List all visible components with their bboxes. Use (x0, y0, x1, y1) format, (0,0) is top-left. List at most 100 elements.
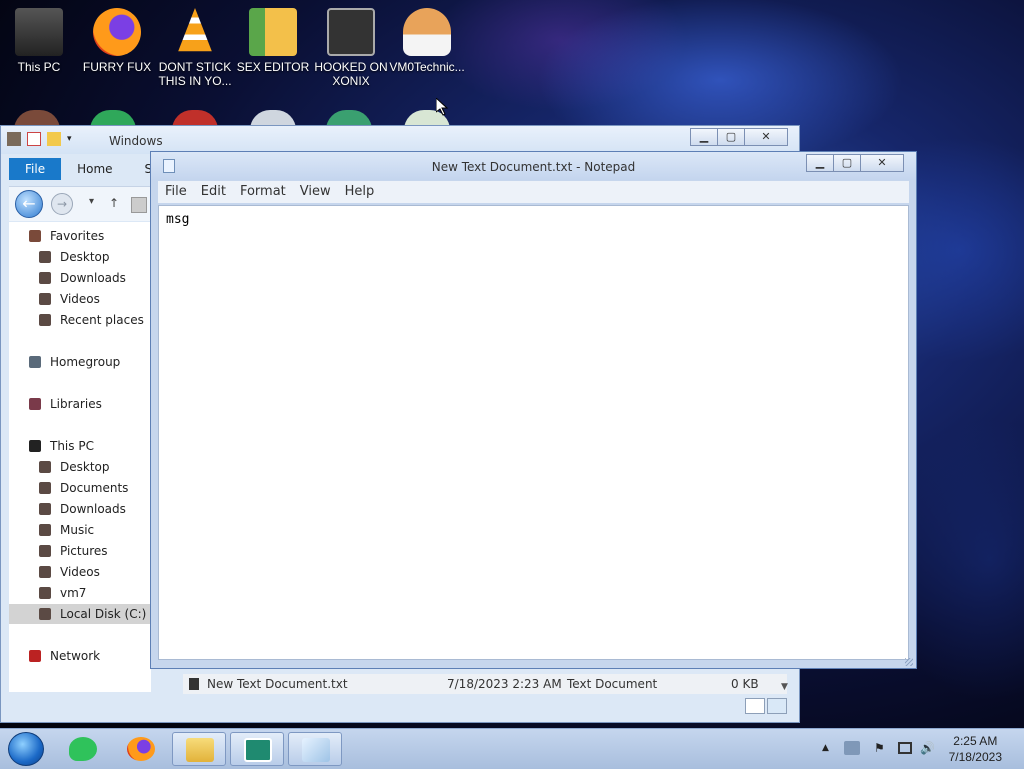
local-disk-icon (39, 608, 51, 620)
close-button[interactable]: ✕ (744, 128, 788, 146)
sidebar-item-label: Local Disk (C:) (60, 607, 147, 621)
app-tray-icon[interactable] (844, 741, 860, 755)
scroll-down-arrow-icon[interactable]: ▼ (781, 682, 788, 692)
text-file-icon (189, 678, 199, 690)
sidebar-item[interactable]: Libraries (9, 394, 151, 414)
homegroup-icon (29, 356, 41, 368)
taskbar-clock[interactable]: 2:25 AM 7/18/2023 (949, 733, 1002, 765)
downloads-folder-icon (39, 272, 51, 284)
sidebar-item-label: Homegroup (50, 355, 121, 369)
menu-format[interactable]: Format (233, 181, 293, 203)
action-center-flag-icon[interactable]: ⚑ (874, 741, 885, 755)
sidebar-item[interactable]: Downloads (9, 268, 151, 288)
sidebar-item-label: Desktop (60, 460, 110, 474)
sidebar-item[interactable]: Videos (9, 289, 151, 309)
sidebar-item[interactable]: Music (9, 520, 151, 540)
explorer-titlebar[interactable]: ▾ Windows ▁ ▢ ✕ (1, 126, 799, 154)
sidebar-item[interactable]: Videos (9, 562, 151, 582)
taskbar-app-notepad[interactable] (288, 732, 342, 766)
minimize-button[interactable]: ▁ (690, 128, 718, 146)
properties-icon[interactable] (27, 132, 41, 146)
desktop-icon-dont-stick[interactable]: DONT STICK THIS IN YO... (156, 8, 234, 88)
sidebar-item[interactable]: Homegroup (9, 352, 151, 372)
forward-button[interactable]: → (51, 193, 73, 215)
clock-date: 7/18/2023 (948, 750, 1002, 764)
desktop-folder-icon (39, 461, 51, 473)
file-list-row[interactable]: New Text Document.txt 7/18/2023 2:23 AM … (183, 674, 787, 694)
notepad-text-area[interactable]: msg (158, 205, 909, 660)
download-manager-icon (244, 738, 272, 762)
tab-file[interactable]: File (9, 158, 62, 180)
sidebar-item-label: Pictures (60, 544, 108, 558)
sidebar-item[interactable]: Local Disk (C:) (9, 604, 151, 624)
desktop-icon-sex-editor[interactable]: SEX EDITOR (234, 8, 312, 74)
menu-edit[interactable]: Edit (194, 181, 233, 203)
notepad-title: New Text Document.txt - Notepad (431, 160, 636, 174)
file-type: Text Document (567, 677, 658, 691)
network-drive-icon (39, 587, 51, 599)
sidebar-item[interactable]: Desktop (9, 247, 151, 267)
sidebar-item-label: Network (50, 649, 101, 663)
start-button[interactable] (8, 732, 44, 766)
quick-access-toolbar: ▾ (7, 132, 75, 146)
desktop-icon-furry-fux[interactable]: FURRY FUX (78, 8, 156, 74)
documents-folder-icon (39, 482, 51, 494)
sidebar-item[interactable]: Network (9, 646, 151, 666)
firefox-icon (93, 8, 141, 56)
file-size: 0 KB (731, 677, 759, 691)
sidebar-item[interactable]: Recent places (9, 310, 151, 330)
file-date: 7/18/2023 2:23 AM (447, 677, 562, 691)
notepad-menubar: File Edit Format View Help (158, 181, 909, 203)
show-hidden-icons-button[interactable]: ▲ (822, 743, 829, 753)
desktop-icon-label: FURRY FUX (82, 60, 152, 74)
sidebar-item[interactable]: Favorites (9, 226, 151, 246)
menu-file[interactable]: File (158, 181, 194, 203)
network-tray-icon[interactable] (898, 742, 912, 754)
details-view-icon[interactable] (745, 698, 765, 714)
desktop-icon-vm0technic[interactable]: VM0Technic... (388, 8, 466, 74)
sidebar-item[interactable]: vm7 (vvnmm77) (9, 583, 151, 620)
minimize-button[interactable]: ▁ (806, 154, 834, 172)
notepad-titlebar[interactable]: New Text Document.txt - Notepad ▁ ▢ ✕ (151, 152, 916, 180)
hxd-icon (249, 8, 297, 56)
taskbar-app-download-manager[interactable] (230, 732, 284, 766)
file-explorer-icon (186, 738, 214, 762)
up-button[interactable]: ↑ (109, 196, 119, 210)
sidebar-item[interactable]: Desktop (9, 457, 151, 477)
taskbar-app-file-explorer[interactable] (172, 732, 226, 766)
desktop-icon-label: This PC (17, 60, 61, 74)
menu-view[interactable]: View (293, 181, 338, 203)
taskbar-app-firefox[interactable] (114, 732, 168, 766)
mouse-cursor-icon (436, 98, 448, 116)
maximize-button[interactable]: ▢ (717, 128, 745, 146)
new-folder-icon[interactable] (47, 132, 61, 146)
desktop-folder-icon (39, 251, 51, 263)
qat-dropdown-icon[interactable]: ▾ (67, 132, 75, 146)
desktop-icon-this-pc[interactable]: This PC (0, 8, 78, 74)
taskbar-app-green[interactable] (56, 732, 110, 766)
large-icons-view-icon[interactable] (767, 698, 787, 714)
recent-locations-dropdown-icon[interactable]: ▾ (89, 196, 94, 207)
menu-help[interactable]: Help (338, 181, 382, 203)
star-icon (29, 230, 41, 242)
back-button[interactable]: ← (15, 190, 43, 218)
taskbar: ▲ ⚑ 🔊 2:25 AM 7/18/2023 (0, 728, 1024, 769)
sidebar-item-label: This PC (50, 439, 94, 453)
tab-home[interactable]: Home (61, 158, 128, 180)
maximize-button[interactable]: ▢ (833, 154, 861, 172)
desktop-icon-hooked-on-xonix[interactable]: HOOKED ON XONIX (312, 8, 390, 88)
close-button[interactable]: ✕ (860, 154, 904, 172)
sidebar-item[interactable]: This PC (9, 436, 151, 456)
sidebar-item-label: Favorites (50, 229, 105, 243)
address-bar-icon[interactable] (131, 197, 147, 213)
xonix-game-icon (327, 8, 375, 56)
music-folder-icon (39, 524, 51, 536)
sidebar-item-label: Recent places (60, 313, 144, 327)
volume-icon[interactable]: 🔊 (920, 741, 935, 755)
sidebar-item[interactable]: Pictures (9, 541, 151, 561)
sidebar-item[interactable]: Downloads (9, 499, 151, 519)
resize-grip-icon[interactable] (905, 658, 913, 666)
explorer-app-icon (7, 132, 21, 146)
sidebar-item[interactable]: Documents (9, 478, 151, 498)
sidebar-item-label: Downloads (60, 271, 126, 285)
